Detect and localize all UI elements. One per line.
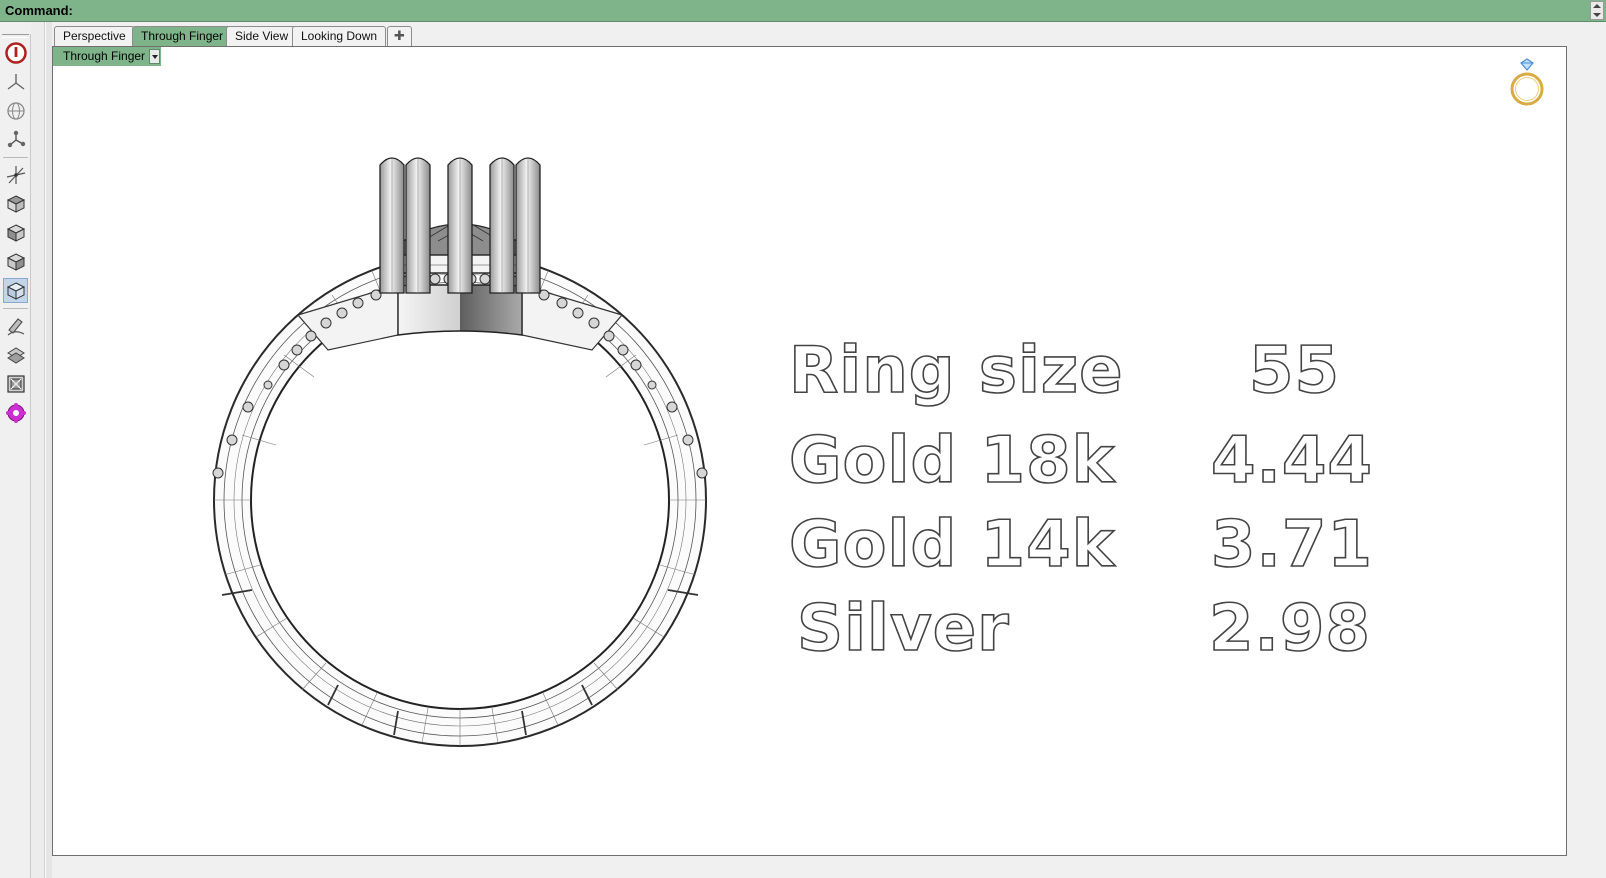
cube-iso-icon — [6, 281, 25, 300]
right-margin — [1567, 22, 1606, 878]
tab-through-finger[interactable]: Through Finger — [132, 26, 233, 46]
viewport[interactable]: Through Finger Ring size 55 Gold 18k 4.4… — [52, 46, 1567, 856]
perspective-axes-icon — [7, 73, 24, 90]
power-button[interactable] — [3, 40, 28, 65]
viewport-title[interactable]: Through Finger — [53, 47, 161, 66]
bottom-margin — [52, 856, 1567, 878]
frame-button[interactable] — [3, 371, 28, 396]
silver-label: Silver — [796, 592, 1010, 666]
command-label: Command: — [5, 3, 73, 18]
cube-right-button[interactable] — [3, 249, 28, 274]
gold-18k-value: 4.44 — [1210, 424, 1373, 498]
ring-logo-icon — [1510, 58, 1544, 106]
globe-icon — [6, 101, 25, 120]
command-history-scroll[interactable] — [1590, 1, 1604, 20]
cube-iso-button[interactable] — [3, 278, 28, 303]
command-bar: Command: — [0, 0, 1606, 22]
transform-button[interactable] — [3, 342, 28, 367]
left-toolbar — [0, 34, 31, 878]
cube-front-icon — [6, 223, 25, 242]
toolbar-separator — [3, 157, 28, 158]
pencil-curve-icon — [7, 317, 24, 335]
tab-perspective[interactable]: Perspective — [54, 26, 135, 46]
panel-edge — [31, 22, 45, 878]
add-tab-button[interactable]: ✚ — [387, 26, 412, 46]
gold-18k-label: Gold 18k — [788, 424, 1116, 498]
toolbar-grip[interactable] — [2, 34, 29, 38]
pencil-curve-button[interactable] — [3, 313, 28, 338]
cube-top-button[interactable] — [3, 191, 28, 216]
scroll-down-icon[interactable] — [1593, 13, 1601, 17]
cube-right-icon — [6, 252, 25, 271]
power-icon — [4, 41, 27, 64]
toolbar-separator — [3, 308, 28, 309]
plus-icon: ✚ — [394, 28, 405, 43]
silver-value: 2.98 — [1208, 592, 1371, 666]
joint-button[interactable] — [3, 127, 28, 152]
frame-icon — [6, 374, 25, 393]
transform-icon — [6, 346, 25, 364]
perspective-axes-button[interactable] — [3, 69, 28, 94]
gold-14k-label: Gold 14k — [788, 508, 1116, 582]
command-input[interactable] — [78, 2, 1578, 19]
plugin-gear-icon — [5, 402, 26, 423]
ring-model[interactable] — [208, 145, 728, 755]
panel-edge-inner — [45, 22, 52, 878]
gumball-icon — [6, 165, 25, 184]
scroll-up-icon[interactable] — [1593, 4, 1601, 8]
globe-button[interactable] — [3, 98, 28, 123]
ring-size-value: 55 — [1248, 334, 1341, 408]
joint-icon — [7, 130, 25, 147]
cube-top-icon — [6, 194, 25, 213]
gumball-button[interactable] — [3, 162, 28, 187]
plugin-gear-button[interactable] — [3, 400, 28, 425]
cube-front-button[interactable] — [3, 220, 28, 245]
ring-size-label: Ring size — [788, 334, 1124, 408]
viewport-menu-dropdown[interactable] — [149, 49, 160, 64]
tab-looking-down[interactable]: Looking Down — [292, 26, 387, 46]
tab-side-view[interactable]: Side View — [226, 26, 298, 46]
gold-14k-value: 3.71 — [1210, 508, 1373, 582]
